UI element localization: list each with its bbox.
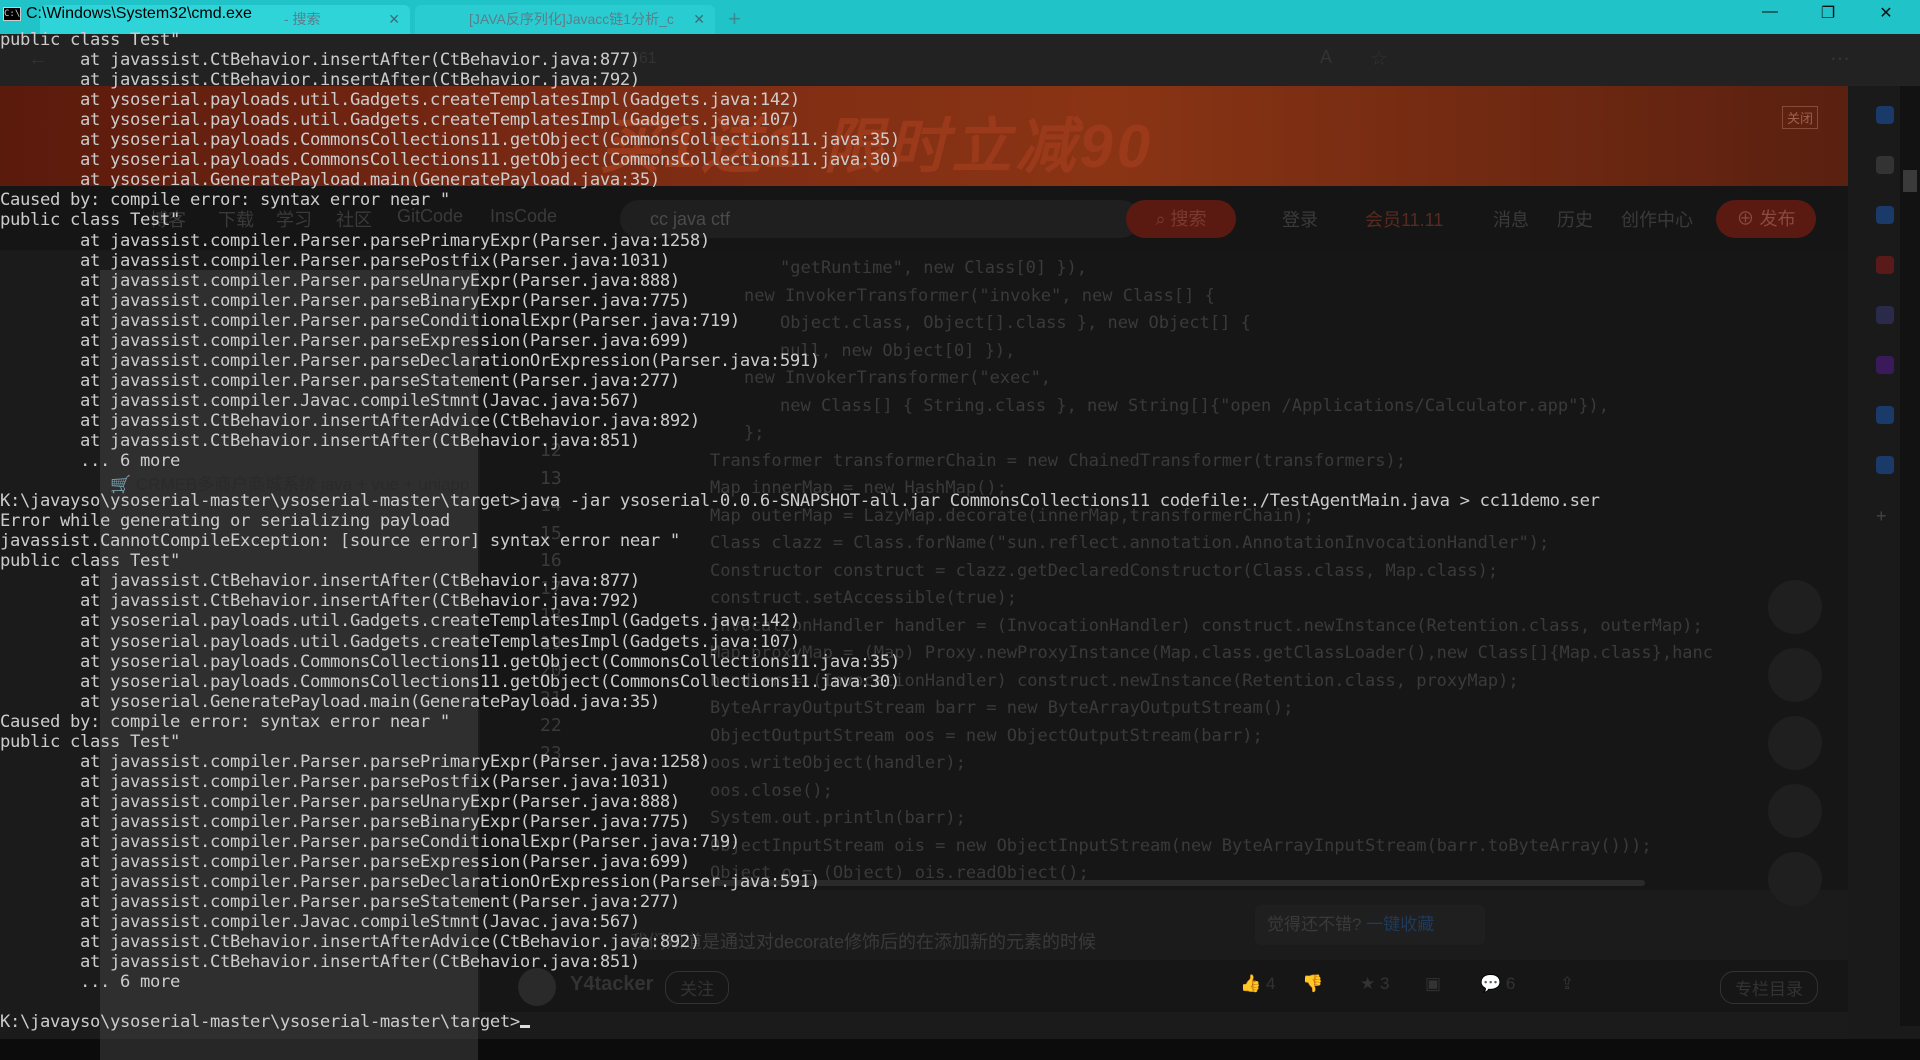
console-line: at javassist.compiler.Parser.parsePrimar… <box>80 230 710 251</box>
console-line: at javassist.compiler.Parser.parseCondit… <box>80 310 740 331</box>
console-line: at ysoserial.GeneratePayload.main(Genera… <box>80 170 660 191</box>
console-line: at javassist.compiler.Parser.parseExpres… <box>80 330 690 351</box>
console-line: at javassist.CtBehavior.insertAfter(CtBe… <box>80 431 640 451</box>
console-line: K:\javayso\ysoserial-master\ysoserial-ma… <box>0 491 1600 512</box>
console-line: at ysoserial.payloads.CommonsCollections… <box>80 671 900 692</box>
console-line: at javassist.compiler.Parser.parseUnaryE… <box>80 791 680 812</box>
console-line: public class Test" <box>0 30 180 50</box>
console-line: Caused by: compile error: syntax error n… <box>0 190 450 211</box>
cmd-titlebar[interactable]: C:\ C:\Windows\System32\cmd.exe — ❐ ✕ <box>0 0 1920 30</box>
console-line: at ysoserial.GeneratePayload.main(Genera… <box>80 691 660 712</box>
console-line: at ysoserial.payloads.util.Gadgets.creat… <box>80 611 800 632</box>
console-line: public class Test" <box>0 731 180 752</box>
console-line: at javassist.compiler.Parser.parseBinary… <box>80 290 690 311</box>
console-line: at javassist.compiler.Parser.parseExpres… <box>80 852 690 873</box>
console-line: at javassist.CtBehavior.insertAfterAdvic… <box>80 410 700 431</box>
console-line: at ysoserial.payloads.CommonsCollections… <box>80 651 900 672</box>
console-line: at javassist.CtBehavior.insertAfter(CtBe… <box>80 952 640 973</box>
console-line: at javassist.compiler.Parser.parseStatem… <box>80 370 680 391</box>
console-line: javassist.CannotCompileException: [sourc… <box>0 531 680 552</box>
console-line: at javassist.compiler.Parser.parsePostfi… <box>80 771 670 792</box>
console-line: ... 6 more <box>80 451 180 472</box>
console-line: at ysoserial.payloads.util.Gadgets.creat… <box>80 110 800 131</box>
console-line: at javassist.compiler.Javac.compileStmnt… <box>80 390 640 411</box>
console-line: at javassist.CtBehavior.insertAfter(CtBe… <box>80 70 640 91</box>
console-output[interactable]: public class Test" at javassist.CtBehavio… <box>0 30 1920 1033</box>
console-line: at ysoserial.payloads.CommonsCollections… <box>80 130 900 151</box>
console-line: at javassist.compiler.Parser.parsePostfi… <box>80 250 670 271</box>
console-line: at javassist.compiler.Javac.compileStmnt… <box>80 912 640 933</box>
console-line: at javassist.compiler.Parser.parseStatem… <box>80 892 680 913</box>
minimize-icon[interactable]: — <box>1742 3 1798 27</box>
console-line: public class Test" <box>0 551 180 572</box>
console-line: at javassist.CtBehavior.insertAfter(CtBe… <box>80 591 640 612</box>
console-line: at javassist.compiler.Parser.parseCondit… <box>80 832 740 852</box>
console-line: at javassist.compiler.Parser.parseBinary… <box>80 811 690 832</box>
console-line: ... 6 more <box>80 972 180 993</box>
console-line: at javassist.CtBehavior.insertAfterAdvic… <box>80 932 700 953</box>
console-line: at javassist.compiler.Parser.parseDeclar… <box>80 350 820 371</box>
console-line: at javassist.compiler.Parser.parsePrimar… <box>80 751 710 772</box>
console-line: K:\javayso\ysoserial-master\ysoserial-ma… <box>0 1012 520 1033</box>
maximize-icon[interactable]: ❐ <box>1800 3 1856 27</box>
console-line: at javassist.compiler.Parser.parseDeclar… <box>80 872 820 893</box>
window-title: C:\Windows\System32\cmd.exe <box>26 5 252 22</box>
console-line: at ysoserial.payloads.util.Gadgets.creat… <box>80 90 800 111</box>
console-line: at javassist.CtBehavior.insertAfter(CtBe… <box>80 50 640 71</box>
console-line: at ysoserial.payloads.CommonsCollections… <box>80 150 900 171</box>
console-line: at javassist.CtBehavior.insertAfter(CtBe… <box>80 571 640 592</box>
console-line: public class Test" <box>0 210 180 231</box>
console-line: Error while generating or serializing pa… <box>0 511 450 532</box>
console-line: Caused by: compile error: syntax error n… <box>0 711 450 732</box>
text-cursor <box>520 1025 530 1028</box>
cmd-icon: C:\ <box>3 7 21 21</box>
close-icon[interactable]: ✕ <box>1858 3 1914 27</box>
console-line: at ysoserial.payloads.util.Gadgets.creat… <box>80 631 800 652</box>
console-line: at javassist.compiler.Parser.parseUnaryE… <box>80 270 680 291</box>
